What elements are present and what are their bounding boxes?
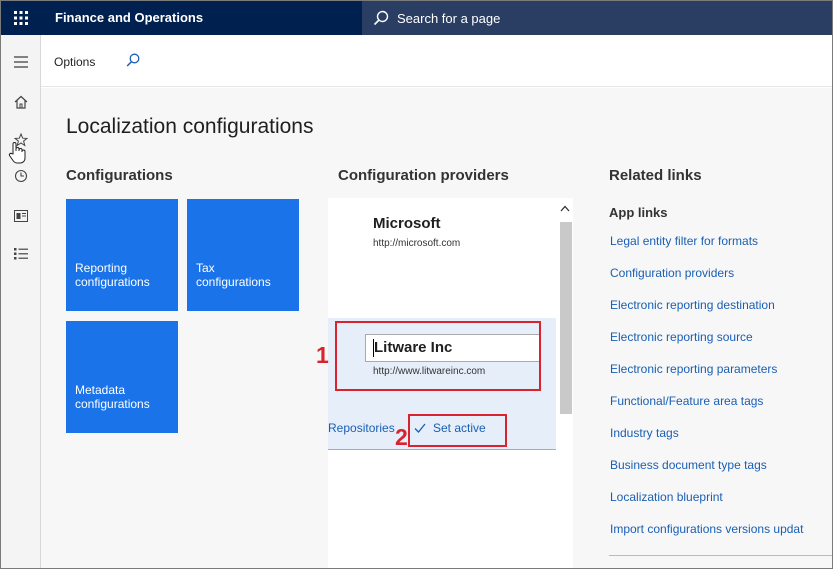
related-link[interactable]: Localization blueprint [610, 490, 723, 504]
app-links-heading: App links [609, 205, 668, 220]
clock-icon[interactable] [1, 165, 41, 187]
tile-label-line2: configurations [75, 275, 150, 289]
scroll-up-arrow[interactable] [556, 198, 573, 218]
annotation-box-1 [335, 321, 541, 391]
search-icon[interactable] [126, 53, 140, 67]
annotation-number-2: 2 [395, 424, 408, 450]
tile-label-line1: Tax [196, 261, 215, 275]
options-tab[interactable]: Options [54, 55, 95, 69]
workspace-icon[interactable] [1, 205, 41, 227]
annotation-box-2 [408, 414, 507, 447]
scrollbar-thumb[interactable] [560, 222, 572, 414]
list-icon[interactable] [1, 243, 41, 265]
waffle-icon[interactable] [1, 1, 41, 35]
app-window: Finance and Operations Search for a page [0, 0, 833, 569]
workspace: Localization configurations Configuratio… [41, 88, 832, 568]
tile-label-line2: configurations [196, 275, 271, 289]
hand-cursor-icon [4, 142, 30, 164]
related-link[interactable]: Industry tags [610, 426, 679, 440]
navigation-pane [1, 35, 41, 568]
tile-label-line2: configurations [75, 397, 150, 411]
page-title: Localization configurations [66, 115, 314, 138]
app-title[interactable]: Finance and Operations [55, 10, 203, 25]
provider-url: http://microsoft.com [373, 238, 461, 249]
reporting-configurations-tile[interactable]: Reporting configurations [66, 199, 178, 311]
provider-name: Microsoft [373, 215, 441, 232]
search-placeholder: Search for a page [397, 10, 501, 26]
hamburger-icon[interactable] [1, 51, 41, 73]
tile-label-line1: Reporting [75, 261, 128, 275]
tile-label-line1: Metadata [75, 383, 126, 397]
divider [609, 555, 832, 556]
related-link[interactable]: Electronic reporting source [610, 330, 753, 344]
related-link[interactable]: Functional/Feature area tags [610, 394, 763, 408]
action-pane: Options [41, 35, 832, 87]
top-bar: Finance and Operations Search for a page [1, 1, 832, 35]
repositories-button[interactable]: Repositories [328, 421, 395, 435]
configurations-heading: Configurations [66, 167, 173, 184]
page-search-box[interactable]: Search for a page [362, 1, 832, 35]
related-link[interactable]: Electronic reporting destination [610, 298, 775, 312]
search-icon [373, 10, 389, 26]
related-link[interactable]: Configuration providers [610, 266, 734, 280]
annotation-number-1: 1 [316, 342, 329, 368]
configuration-providers-heading: Configuration providers [338, 167, 509, 184]
tax-configurations-tile[interactable]: Tax configurations [187, 199, 299, 311]
related-link[interactable]: Import configurations versions updat [610, 522, 803, 536]
related-links-heading: Related links [609, 167, 702, 184]
related-link[interactable]: Electronic reporting parameters [610, 362, 777, 376]
related-link[interactable]: Legal entity filter for formats [610, 234, 758, 248]
metadata-configurations-tile[interactable]: Metadata configurations [66, 321, 178, 433]
home-icon[interactable] [1, 91, 41, 113]
related-link[interactable]: Business document type tags [610, 458, 767, 472]
provider-item-microsoft[interactable]: Microsoft http://microsoft.com [328, 198, 556, 318]
